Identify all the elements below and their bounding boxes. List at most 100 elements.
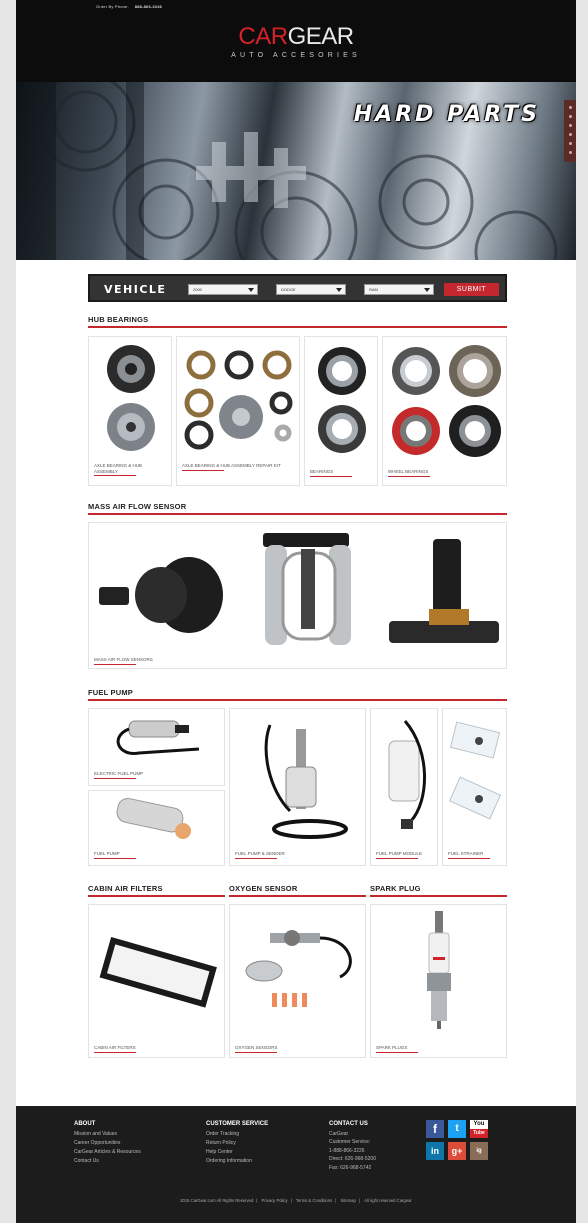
copyright-text: 2015 CarGear.com All Rights Reserved (180, 1198, 254, 1203)
site-logo[interactable]: CARGEAR AUTO ACCESORIES (16, 23, 576, 60)
product-tile-axle-bearing-hub[interactable]: AXLE BEARING & HUB ASSEMBLY (88, 336, 172, 486)
year-select[interactable]: 2000 (188, 284, 258, 295)
product-caption[interactable]: WHEEL BEARINGS (388, 469, 430, 477)
sitemap-link[interactable]: Sitemap (340, 1198, 355, 1203)
footer-service-title: CUSTOMER SERVICE (206, 1121, 269, 1127)
footer-link[interactable]: Return Policy (206, 1139, 268, 1148)
footer-bottom-bar: 2015 CarGear.com All Rights Reserved | Pr… (180, 1198, 412, 1203)
page: Order By Phone: 888-866-3246 CARGEAR AUTO… (16, 0, 576, 1223)
product-tile-oxygen-sensors[interactable]: OXYGEN SENSORS (229, 904, 366, 1058)
product-image (318, 347, 366, 453)
submit-button[interactable]: SUBMIT (444, 283, 499, 296)
product-tile-fuel-pump-sender[interactable]: FUEL PUMP & SENDER (229, 708, 366, 866)
contact-line: CarGear (329, 1130, 349, 1137)
facebook-icon[interactable]: f (426, 1120, 444, 1138)
order-by-phone: Order By Phone: 888-866-3246 (96, 4, 162, 9)
product-caption[interactable]: AXLE BEARING & HUB ASSEMBLY REPAIR KIT (182, 463, 294, 471)
site-header: Order By Phone: 888-866-3246 CARGEAR AUTO… (16, 0, 576, 82)
instagram-icon[interactable]: ig (470, 1142, 488, 1160)
footer-link[interactable]: Career Opportunities (74, 1139, 141, 1148)
make-select[interactable]: DODGE (276, 284, 346, 295)
product-caption[interactable]: MASS AIR FLOW SENSORS (94, 657, 153, 665)
product-tile-bearings[interactable]: BEARINGS (304, 336, 378, 486)
logo-gear-text: GEAR (287, 23, 355, 50)
model-select[interactable]: RAM (364, 284, 434, 295)
product-image (392, 345, 501, 457)
hero-title: HARD PARTS (353, 102, 540, 127)
product-caption[interactable]: ELECTRIC FUEL PUMP (94, 771, 143, 779)
product-image (99, 533, 499, 645)
product-image (388, 720, 427, 829)
product-caption[interactable]: FUEL PUMP (94, 851, 136, 859)
contact-line: Direct: 626-968-5200 (329, 1156, 376, 1162)
footer-customer-service: CUSTOMER SERVICE Order Tracking Return P… (206, 1120, 268, 1166)
order-phone[interactable]: 888-866-3246 (135, 4, 162, 9)
product-tile-repair-kit[interactable]: AXLE BEARING & HUB ASSEMBLY REPAIR KIT (176, 336, 300, 486)
product-caption[interactable]: FUEL PUMP & SENDER (235, 851, 285, 859)
product-image (448, 721, 502, 820)
twitter-icon[interactable]: t (448, 1120, 466, 1138)
footer-link[interactable]: Order Tracking (206, 1130, 268, 1139)
product-caption[interactable]: BEARINGS (310, 469, 352, 477)
section-title-hub-bearings: HUB BEARINGS (88, 315, 149, 324)
hero-banner: HARD PARTS (16, 82, 576, 260)
product-image (116, 797, 191, 839)
section-title-spark-plug: SPARK PLUG (370, 884, 421, 893)
product-image (427, 911, 451, 1029)
section-title-cabin-air-filters: CABIN AIR FILTERS (88, 884, 163, 893)
terms-link[interactable]: Terms & Conditions (296, 1198, 332, 1203)
product-tile-electric-fuel-pump[interactable]: ELECTRIC FUEL PUMP (88, 708, 225, 786)
product-tile-fuel-pump-module[interactable]: FUEL PUMP MODULE (370, 708, 438, 866)
privacy-link[interactable]: Privacy Policy (262, 1198, 288, 1203)
footer-link[interactable]: Mission and Values (74, 1130, 141, 1139)
section-rule (88, 513, 507, 515)
footer-link[interactable]: Help Center (206, 1148, 268, 1157)
logo-tagline: AUTO ACCESORIES (231, 52, 361, 59)
contact-line: 1-888-866-3226 (329, 1147, 365, 1154)
section-title-fuel-pump: FUEL PUMP (88, 688, 133, 697)
section-rule (88, 895, 225, 897)
contact-line: Fax: 626-968-5742 (329, 1164, 372, 1171)
section-title-oxygen-sensor: OXYGEN SENSOR (229, 884, 298, 893)
section-rule (370, 895, 507, 897)
product-tile-maf-sensors[interactable]: MASS AIR FLOW SENSORS (88, 522, 507, 669)
product-caption[interactable]: FUEL STRAINER (448, 851, 490, 859)
footer-contact: CONTACT US CarGear Customer Service: 1-8… (329, 1120, 376, 1172)
contact-line: Customer Service: (329, 1139, 371, 1145)
product-tile-spark-plugs[interactable]: SPARK PLUGS (370, 904, 507, 1058)
youtube-label: You (473, 1121, 485, 1127)
product-image (245, 930, 352, 1007)
youtube-icon[interactable]: You Tube (470, 1120, 488, 1138)
product-tile-wheel-bearings[interactable]: WHEEL BEARINGS (382, 336, 507, 486)
product-image (99, 936, 217, 1008)
section-rule (88, 699, 507, 701)
product-caption[interactable]: CABIN AIR FILTERS (94, 1045, 136, 1053)
site-footer: ABOUT Mission and Values Career Opportun… (16, 1106, 576, 1223)
footer-link[interactable]: Ordering Information (206, 1157, 268, 1166)
product-image (184, 350, 293, 450)
product-tile-cabin-air-filters[interactable]: CABIN AIR FILTERS (88, 904, 225, 1058)
section-rule (88, 326, 507, 328)
logo-car-text: CAR (238, 23, 288, 50)
googleplus-icon[interactable]: g+ (448, 1142, 466, 1160)
product-caption[interactable]: AXLE BEARING & HUB ASSEMBLY (94, 463, 164, 476)
footer-link[interactable]: CarGear Articles & Resources (74, 1148, 141, 1157)
hero-scroll-rail[interactable] (564, 100, 576, 162)
product-image (264, 724, 348, 839)
footer-link[interactable]: Contact Us (74, 1157, 141, 1166)
section-title-mass-air-flow: MASS AIR FLOW SENSOR (88, 502, 187, 511)
order-label: Order By Phone: (96, 4, 129, 9)
footer-about-title: ABOUT (74, 1121, 96, 1127)
product-caption[interactable]: OXYGEN SENSORS (235, 1045, 278, 1053)
product-tile-fuel-strainer[interactable]: FUEL STRAINER (442, 708, 507, 866)
vehicle-label: VEHICLE (104, 283, 167, 296)
product-tile-fuel-pump[interactable]: FUEL PUMP (88, 790, 225, 866)
rights-text: All right reserved Cargear (364, 1198, 412, 1203)
footer-about: ABOUT Mission and Values Career Opportun… (74, 1120, 141, 1166)
linkedin-icon[interactable]: in (426, 1142, 444, 1160)
product-caption[interactable]: FUEL PUMP MODULE (376, 851, 422, 859)
product-caption[interactable]: SPARK PLUGS (376, 1045, 418, 1053)
vehicle-selector: VEHICLE 2000 DODGE RAM SUBMIT (88, 274, 507, 302)
section-rule (229, 895, 366, 897)
product-image (116, 720, 200, 755)
